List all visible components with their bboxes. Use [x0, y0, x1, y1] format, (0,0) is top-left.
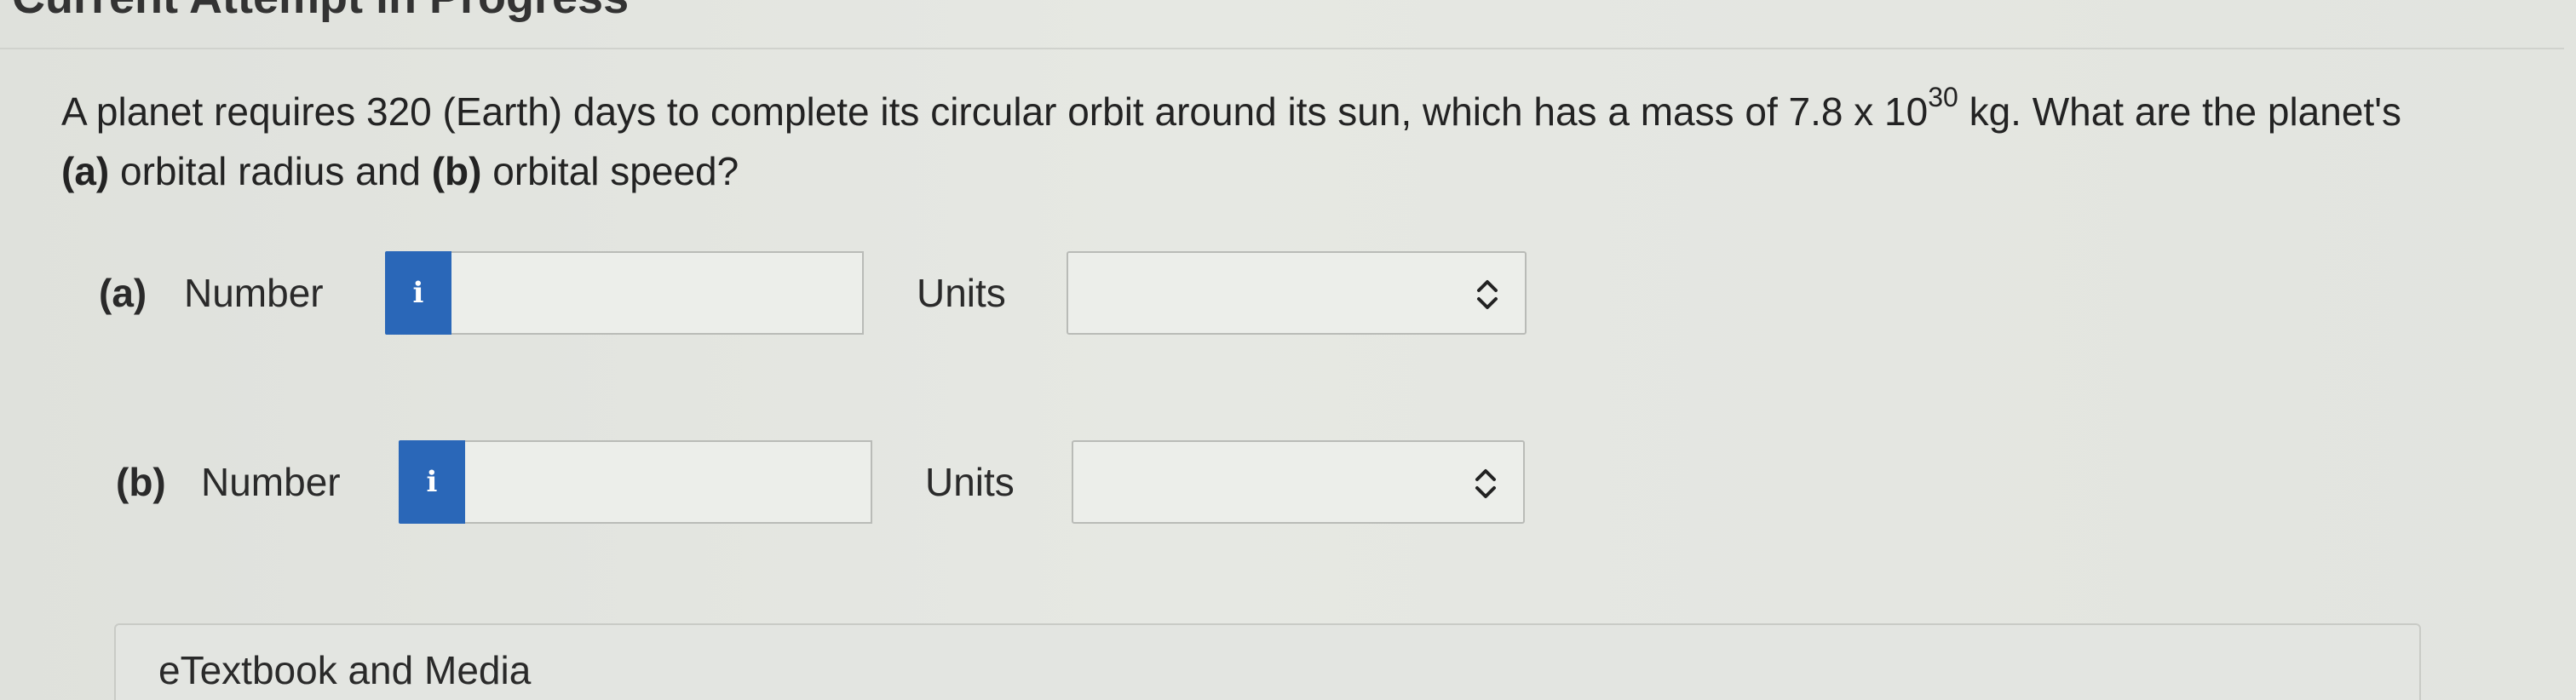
info-icon[interactable]: i [385, 251, 451, 335]
part-a-units-label: Units [917, 271, 1006, 315]
chevron-up-down-icon [1477, 280, 1498, 309]
etextbook-media-label: eTextbook and Media [158, 648, 532, 692]
page-heading: Current Attempt in Progress [12, 0, 629, 24]
part-b-units-select[interactable] [1072, 440, 1525, 524]
part-b-number-label: Number [201, 460, 341, 504]
question-text: A planet requires 320 (Earth) days to co… [61, 82, 2532, 201]
info-icon[interactable]: i [399, 440, 465, 524]
part-b-units-label: Units [925, 460, 1015, 504]
question-exponent: 30 [1928, 82, 1958, 112]
page: Current Attempt in Progress A planet req… [0, 0, 2576, 700]
etextbook-media-panel[interactable]: eTextbook and Media [114, 623, 2421, 700]
part-a-number-input[interactable] [451, 251, 864, 335]
part-b-number-input[interactable] [465, 440, 872, 524]
part-a-number-label: Number [184, 271, 324, 315]
part-a-label: (a) [99, 271, 147, 315]
question-line2-mid: orbital radius and [109, 149, 432, 193]
question-line2-end: orbital speed? [481, 149, 739, 193]
question-line1: A planet requires 320 (Earth) days to co… [61, 89, 1929, 134]
answer-row-b: (b) Number i Units [0, 439, 1533, 525]
part-a-units-select[interactable] [1067, 251, 1527, 335]
question-line1-end: kg. What are the planet's [1958, 89, 2401, 134]
chevron-up-down-icon [1475, 469, 1496, 498]
question-part-b-ref: (b) [431, 149, 482, 193]
part-b-label: (b) [116, 460, 166, 504]
question-part-a-ref: (a) [61, 149, 110, 193]
divider [0, 48, 2564, 49]
answer-row-a: (a) Number i Units [0, 250, 1533, 336]
